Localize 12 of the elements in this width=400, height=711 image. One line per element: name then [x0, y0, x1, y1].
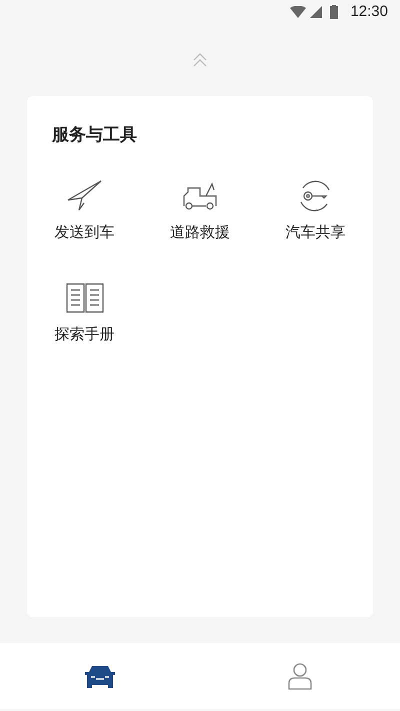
service-item[interactable]: 道路救援: [142, 178, 258, 244]
person-icon: [287, 662, 313, 690]
service-item[interactable]: 探索手册: [27, 280, 142, 346]
car-icon: [83, 664, 117, 690]
double-chevron-up-icon[interactable]: [193, 53, 207, 67]
wifi-icon: [290, 6, 306, 18]
card-title: 服务与工具: [52, 124, 138, 146]
signal-icon: [310, 6, 322, 18]
service-item[interactable]: 汽车共享: [258, 178, 373, 244]
battery-icon: [330, 5, 338, 19]
status-time: 12:30: [350, 2, 388, 22]
service-item[interactable]: 发送到车: [27, 178, 142, 244]
